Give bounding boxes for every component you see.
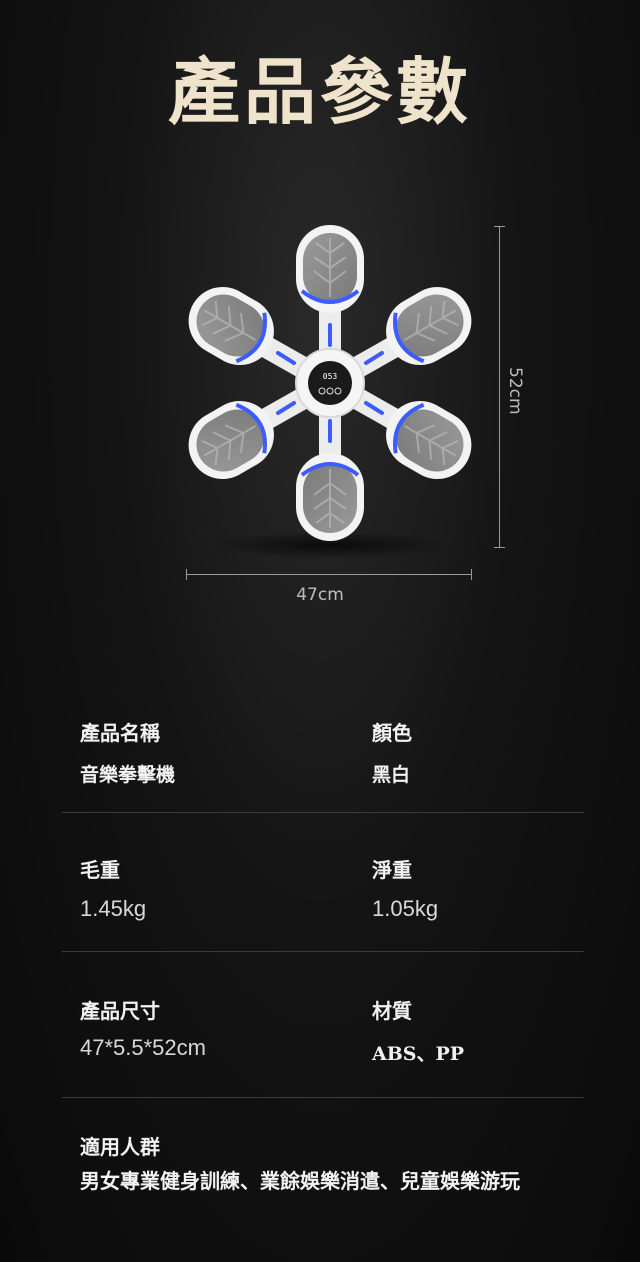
spec-label: 產品尺寸: [80, 999, 160, 1023]
spec-value: 1.05kg: [372, 896, 439, 921]
spec-label: 淨重: [372, 858, 412, 882]
spec-label: 材質: [372, 999, 412, 1023]
usage-value: 男女專業健身訓練、業餘娛樂消遣、兒童娛樂游玩: [80, 1169, 520, 1193]
spec-value: 1.45kg: [80, 896, 147, 921]
width-dimension-label: 47cm: [296, 585, 344, 605]
width-dimension-line: [186, 569, 472, 580]
spec-value: 黑白: [372, 764, 411, 786]
spec-row: 毛重 1.45kg 淨重 1.05kg: [62, 812, 584, 952]
page-title: 產品參數: [167, 49, 472, 134]
spec-label: 毛重: [80, 858, 120, 882]
spec-label: 顏色: [372, 721, 412, 745]
spec-label: 產品名稱: [80, 721, 160, 745]
usage-label: 適用人群: [80, 1135, 160, 1159]
product-image: 053: [188, 225, 472, 559]
usage-row: 適用人群 男女專業健身訓練、業餘娛樂消遣、兒童娛樂游玩: [62, 1097, 584, 1207]
spec-value: ABS、PP: [372, 1043, 465, 1065]
height-dimension-label: 52cm: [505, 367, 525, 415]
spec-row: 產品名稱 音樂拳擊機 顏色 黑白: [62, 700, 584, 813]
display-readout: 053: [323, 372, 338, 381]
spec-value: 47*5.5*52cm: [80, 1035, 206, 1060]
spec-row: 產品尺寸 47*5.5*52cm 材質 ABS、PP: [62, 951, 584, 1098]
spec-value: 音樂拳擊機: [80, 764, 176, 786]
height-dimension-line: [494, 226, 505, 548]
